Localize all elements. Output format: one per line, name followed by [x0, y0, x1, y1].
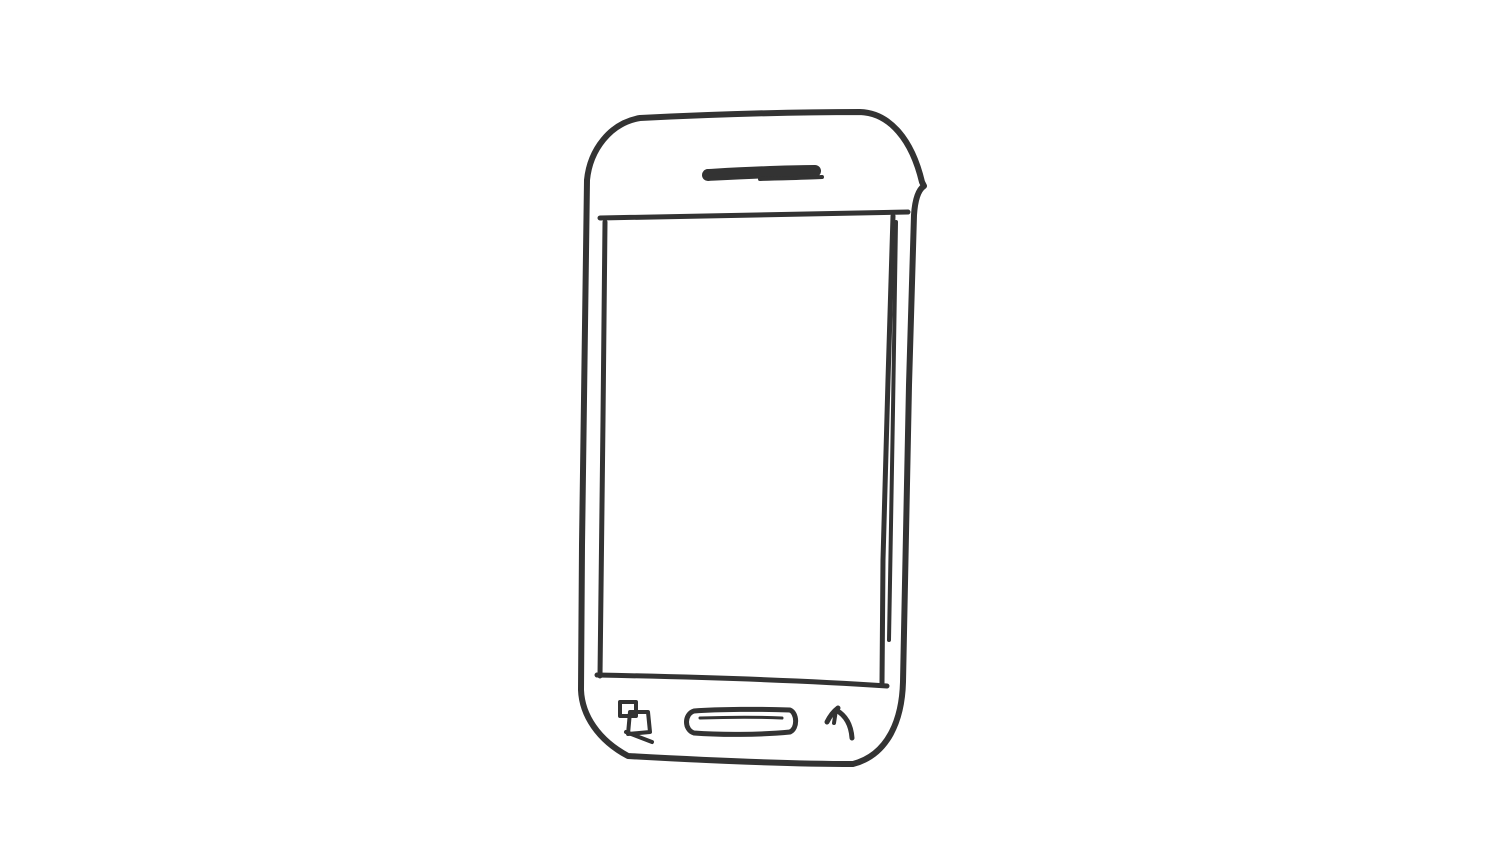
screen-top-edge	[597, 209, 911, 221]
home-button-highlight	[698, 715, 784, 720]
sketch-canvas	[0, 0, 1500, 860]
home-button-icon[interactable]	[684, 706, 799, 737]
earpiece-speaker-tail	[758, 175, 824, 181]
screen-area	[594, 209, 911, 689]
recent-apps-icon[interactable]	[618, 700, 654, 744]
phone-sketch	[578, 109, 927, 767]
back-arrow-icon[interactable]	[824, 705, 855, 741]
screen-left-edge	[597, 219, 608, 679]
screen-bottom-edge	[594, 672, 890, 689]
phone-body-outline	[578, 109, 927, 767]
nav-bar	[618, 700, 855, 744]
earpiece-speaker-icon	[702, 165, 821, 181]
